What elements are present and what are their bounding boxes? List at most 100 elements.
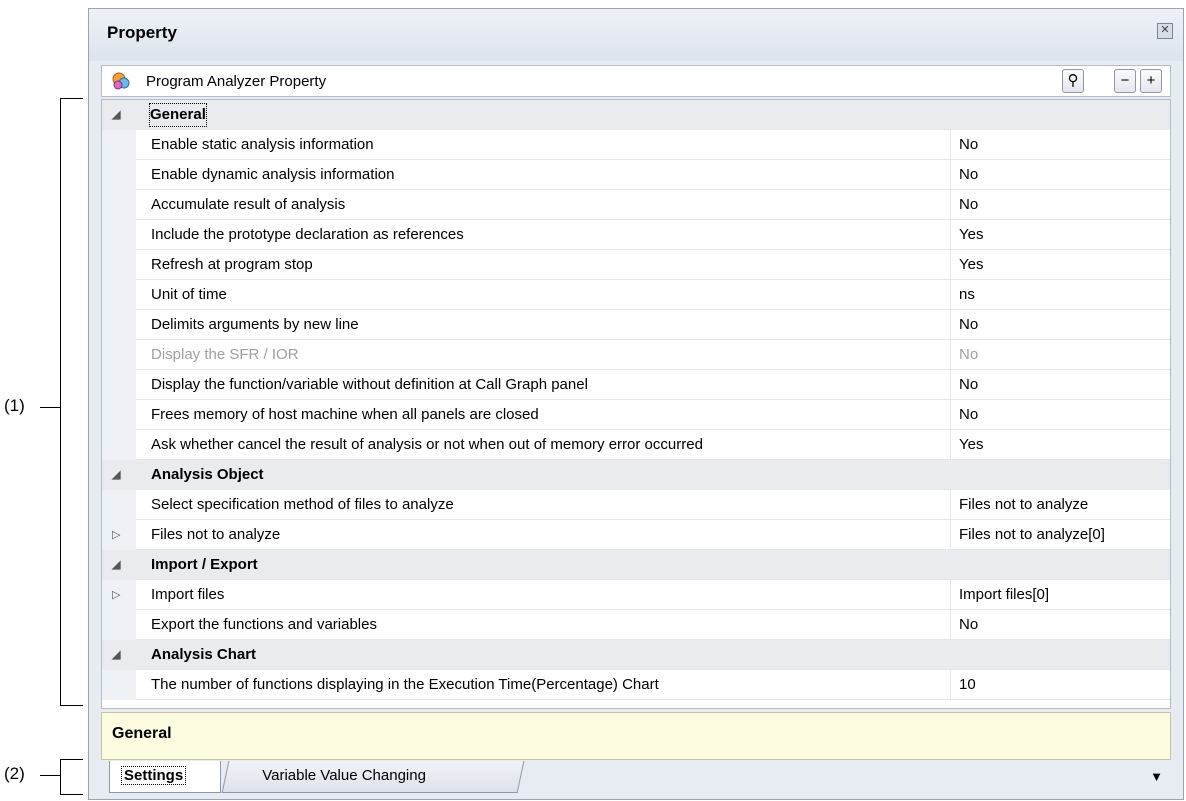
row-gutter — [102, 610, 136, 640]
property-row[interactable]: Display the SFR / IOR No — [102, 340, 1170, 370]
property-name: Ask whether cancel the result of analysi… — [151, 436, 703, 453]
row-gutter — [102, 280, 136, 310]
category-row[interactable]: ◢ Import / Export — [102, 550, 1170, 580]
tab-settings-label: Settings — [120, 766, 187, 785]
property-value[interactable]: No — [950, 400, 1170, 430]
row-gutter — [102, 430, 136, 460]
property-row[interactable]: Select specification method of files to … — [102, 490, 1170, 520]
property-value[interactable]: No — [950, 160, 1170, 190]
panel-title: Property — [107, 23, 177, 42]
callout-bracket-2 — [60, 759, 83, 795]
property-value[interactable]: Yes — [950, 430, 1170, 460]
category-label: Import / Export — [151, 556, 258, 573]
property-value[interactable]: ns — [950, 280, 1170, 310]
tab-settings[interactable]: Settings — [109, 761, 221, 793]
collapse-arrow-icon[interactable]: ◢ — [112, 100, 120, 130]
category-label: General — [148, 102, 208, 128]
collapse-all-button[interactable]: − — [1114, 69, 1136, 93]
property-name: Import files — [151, 586, 225, 603]
category-row[interactable]: ◢ Analysis Chart — [102, 640, 1170, 670]
row-gutter — [102, 490, 136, 520]
property-row[interactable]: Enable dynamic analysis information No — [102, 160, 1170, 190]
property-row[interactable]: The number of functions displaying in th… — [102, 670, 1170, 700]
property-row[interactable]: Unit of time ns — [102, 280, 1170, 310]
property-name: Files not to analyze — [151, 526, 281, 543]
row-gutter — [102, 340, 136, 370]
property-row[interactable]: Display the function/variable without de… — [102, 370, 1170, 400]
expand-all-button[interactable]: + — [1140, 69, 1162, 93]
callout-label-2: (2) — [4, 764, 25, 783]
row-gutter — [102, 250, 136, 280]
expand-arrow-icon[interactable]: ▷ — [112, 580, 120, 610]
title-bar: Property ✕ — [89, 9, 1183, 61]
property-row[interactable]: ▷ Import files Import files[0] — [102, 580, 1170, 610]
tab-list-dropdown-icon[interactable]: ▼ — [1150, 769, 1163, 784]
callout-tick-2 — [40, 775, 60, 776]
row-gutter — [102, 310, 136, 340]
row-gutter — [102, 190, 136, 220]
property-value[interactable]: 10 — [950, 670, 1170, 700]
row-gutter — [102, 370, 136, 400]
description-panel: General — [101, 712, 1171, 760]
property-row[interactable]: Include the prototype declaration as ref… — [102, 220, 1170, 250]
plus-icon: + — [1146, 72, 1156, 89]
property-value[interactable]: Import files[0] — [950, 580, 1170, 610]
property-name: Enable dynamic analysis information — [151, 166, 395, 183]
category-label: Analysis Object — [151, 466, 264, 483]
callout-bracket-1 — [60, 98, 83, 706]
property-name: Select specification method of files to … — [151, 496, 454, 513]
collapse-arrow-icon[interactable]: ◢ — [112, 550, 120, 580]
property-name: The number of functions displaying in th… — [151, 676, 659, 693]
property-value: No — [950, 340, 1170, 370]
search-button[interactable]: ⚲ — [1062, 69, 1084, 93]
property-row[interactable]: Delimits arguments by new line No — [102, 310, 1170, 340]
property-row[interactable]: Ask whether cancel the result of analysi… — [102, 430, 1170, 460]
property-name: Unit of time — [151, 286, 227, 303]
collapse-arrow-icon[interactable]: ◢ — [112, 460, 120, 490]
category-label: Analysis Chart — [151, 646, 257, 663]
property-name: Refresh at program stop — [151, 256, 313, 273]
property-grid: ◢ General Enable static analysis informati… — [101, 99, 1171, 709]
property-value[interactable]: No — [950, 310, 1170, 340]
property-row[interactable]: Refresh at program stop Yes — [102, 250, 1170, 280]
tab-variable-value-changing-label: Variable Value Changing — [262, 767, 426, 784]
category-row[interactable]: ◢ Analysis Object — [102, 460, 1170, 490]
property-name: Frees memory of host machine when all pa… — [151, 406, 539, 423]
property-name: Display the function/variable without de… — [151, 376, 588, 393]
property-value[interactable]: Yes — [950, 220, 1170, 250]
callout-tick-1 — [40, 407, 60, 408]
property-name: Export the functions and variables — [151, 616, 377, 633]
property-value[interactable]: No — [950, 610, 1170, 640]
close-button[interactable]: ✕ — [1157, 23, 1173, 39]
property-value[interactable]: No — [950, 130, 1170, 160]
row-gutter — [102, 670, 136, 700]
property-name: Display the SFR / IOR — [151, 346, 299, 363]
collapse-arrow-icon[interactable]: ◢ — [112, 640, 120, 670]
property-name: Accumulate result of analysis — [151, 196, 346, 213]
search-icon: ⚲ — [1067, 72, 1079, 89]
property-row[interactable]: Export the functions and variables No — [102, 610, 1170, 640]
program-analyzer-icon — [112, 72, 130, 90]
property-row[interactable]: ▷ Files not to analyze Files not to analyz… — [102, 520, 1170, 550]
property-name: Enable static analysis information — [151, 136, 374, 153]
minus-icon: − — [1120, 72, 1130, 89]
property-name: Delimits arguments by new line — [151, 316, 359, 333]
property-value[interactable]: No — [950, 370, 1170, 400]
row-gutter — [102, 130, 136, 160]
tab-variable-value-changing[interactable]: Variable Value Changing — [221, 761, 525, 793]
property-value[interactable]: No — [950, 190, 1170, 220]
callout-label-1: (1) — [4, 396, 25, 415]
category-row[interactable]: ◢ General — [102, 100, 1170, 130]
property-value[interactable]: Files not to analyze[0] — [950, 520, 1170, 550]
property-row[interactable]: Accumulate result of analysis No — [102, 190, 1170, 220]
property-name: Include the prototype declaration as ref… — [151, 226, 464, 243]
row-gutter — [102, 220, 136, 250]
property-panel: Property ✕ Program Analyzer Property ⚲ −… — [88, 8, 1184, 800]
expand-arrow-icon[interactable]: ▷ — [112, 520, 120, 550]
property-value[interactable]: Files not to analyze — [950, 490, 1170, 520]
property-value[interactable]: Yes — [950, 250, 1170, 280]
property-row[interactable]: Frees memory of host machine when all pa… — [102, 400, 1170, 430]
tab-bar: Settings Variable Value Changing ▼ — [101, 761, 1171, 795]
property-row[interactable]: Enable static analysis information No — [102, 130, 1170, 160]
description-title: General — [112, 725, 172, 742]
